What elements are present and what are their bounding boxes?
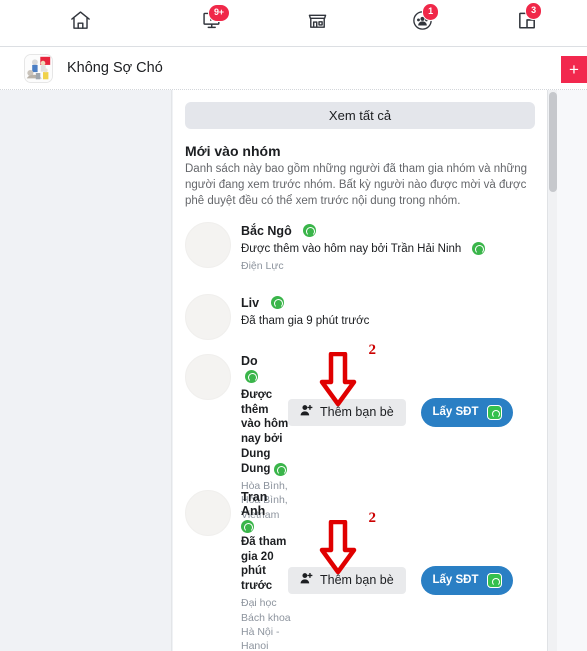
panel-title: Mới vào nhóm xyxy=(185,143,281,159)
watch-badge: 9+ xyxy=(208,3,230,22)
whatsapp-icon xyxy=(471,242,485,256)
whatsapp-icon xyxy=(245,369,258,383)
whatsapp-icon xyxy=(241,519,254,533)
nav-item-groups[interactable]: 1 xyxy=(370,0,475,47)
avatar[interactable] xyxy=(185,353,231,400)
app-root: 9+ 1 3 Không Sợ Chó + Xem tất cả Mới vào… xyxy=(0,0,587,651)
whatsapp-icon xyxy=(273,462,287,476)
member-info: Bắc Ngô Được thêm vào hôm nay bởi Trần H… xyxy=(241,222,547,273)
member-name[interactable]: Do xyxy=(241,354,291,368)
avatar[interactable] xyxy=(185,489,231,536)
home-icon xyxy=(69,9,92,37)
get-phone-button[interactable]: Lấy SĐT xyxy=(421,565,513,595)
member-info: Liv Đã tham gia 9 phút trước xyxy=(241,294,547,329)
nav-item-gaming[interactable]: 3 xyxy=(475,0,580,47)
whatsapp-icon xyxy=(303,223,317,237)
person-add-icon xyxy=(300,572,313,588)
member-name[interactable]: Tran Anh xyxy=(241,490,291,518)
annotation-arrow: 2 xyxy=(318,510,376,574)
group-header-bar: Không Sợ Chó + xyxy=(0,47,587,90)
get-phone-label: Lấy SĐT xyxy=(432,574,479,587)
nav-item-marketplace[interactable] xyxy=(265,0,370,47)
groups-badge: 1 xyxy=(422,2,439,21)
avatar[interactable] xyxy=(185,221,231,268)
see-all-button[interactable]: Xem tất cả xyxy=(185,102,535,129)
member-subtitle: Được thêm vào hôm nay bởi Trần Hải Ninh xyxy=(241,242,541,257)
member-subtitle-text: Được thêm vào hôm nay bởi Trần Hải Ninh xyxy=(241,242,462,255)
avatar[interactable] xyxy=(185,293,231,340)
new-members-panel: Xem tất cả Mới vào nhóm Danh sách này ba… xyxy=(173,90,548,651)
member-meta: Điện Lực xyxy=(241,259,284,272)
member-subtitle: Được thêm vào hôm nay bởi Dung Dung xyxy=(241,388,291,478)
whatsapp-icon xyxy=(270,295,284,309)
member-name[interactable]: Bắc Ngô xyxy=(241,223,292,237)
left-sidebar xyxy=(0,90,172,651)
content-area: Xem tất cả Mới vào nhóm Danh sách này ba… xyxy=(0,90,587,651)
get-phone-label: Lấy SĐT xyxy=(432,406,479,419)
group-name[interactable]: Không Sợ Chó xyxy=(67,60,163,76)
gaming-badge: 3 xyxy=(525,1,542,20)
annotation-number: 2 xyxy=(368,509,377,526)
add-button[interactable]: + xyxy=(561,56,587,83)
member-row[interactable]: Tran Anh Đã tham gia 20 phút trước Đại h… xyxy=(173,489,547,651)
nav-item-watch[interactable]: 9+ xyxy=(160,0,265,47)
member-meta: Đại học Bách khoa Hà Nội - Hanoi Univers… xyxy=(241,597,291,651)
annotation-arrow: 2 xyxy=(318,342,376,406)
member-subtitle: Đã tham gia 20 phút trước xyxy=(241,535,287,593)
group-avatar[interactable] xyxy=(24,53,53,83)
panel-description: Danh sách này bao gồm những người đã tha… xyxy=(185,163,527,207)
whatsapp-icon xyxy=(486,404,502,420)
member-row[interactable]: Liv Đã tham gia 9 phút trước xyxy=(173,293,547,346)
get-phone-button[interactable]: Lấy SĐT xyxy=(421,397,513,427)
person-add-icon xyxy=(300,404,313,420)
member-row[interactable]: Do Được thêm vào hôm nay bởi Dung Dung H… xyxy=(173,342,547,521)
whatsapp-icon xyxy=(486,572,502,588)
top-navigation-bar: 9+ 1 3 xyxy=(0,0,587,47)
nav-item-home[interactable] xyxy=(0,0,160,47)
member-name[interactable]: Liv xyxy=(241,295,259,309)
member-subtitle: Đã tham gia 9 phút trước xyxy=(241,314,370,327)
member-row[interactable]: Bắc Ngô Được thêm vào hôm nay bởi Trần H… xyxy=(173,221,547,282)
annotation-number: 2 xyxy=(368,341,377,358)
marketplace-icon xyxy=(306,9,329,37)
scrollbar-thumb[interactable] xyxy=(549,92,557,192)
